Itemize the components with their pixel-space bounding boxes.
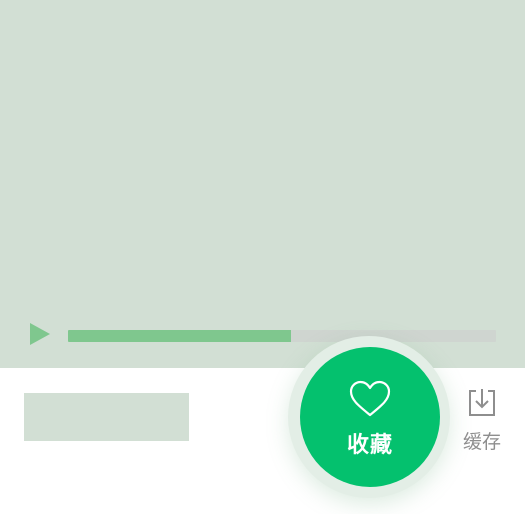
- progress-bar[interactable]: [68, 330, 496, 342]
- cache-button[interactable]: 缓存: [456, 385, 508, 453]
- player-screen: 收藏 缓存: [0, 0, 525, 514]
- title-placeholder: [24, 393, 189, 441]
- heart-icon: [349, 380, 391, 417]
- progress-fill: [68, 330, 291, 342]
- cache-label: 缓存: [462, 431, 501, 453]
- favorite-label: 收藏: [346, 433, 393, 458]
- play-icon: [30, 323, 50, 345]
- video-area[interactable]: [0, 0, 525, 368]
- download-icon: [469, 389, 495, 416]
- play-button[interactable]: [28, 322, 52, 346]
- favorite-button[interactable]: 收藏: [300, 347, 440, 487]
